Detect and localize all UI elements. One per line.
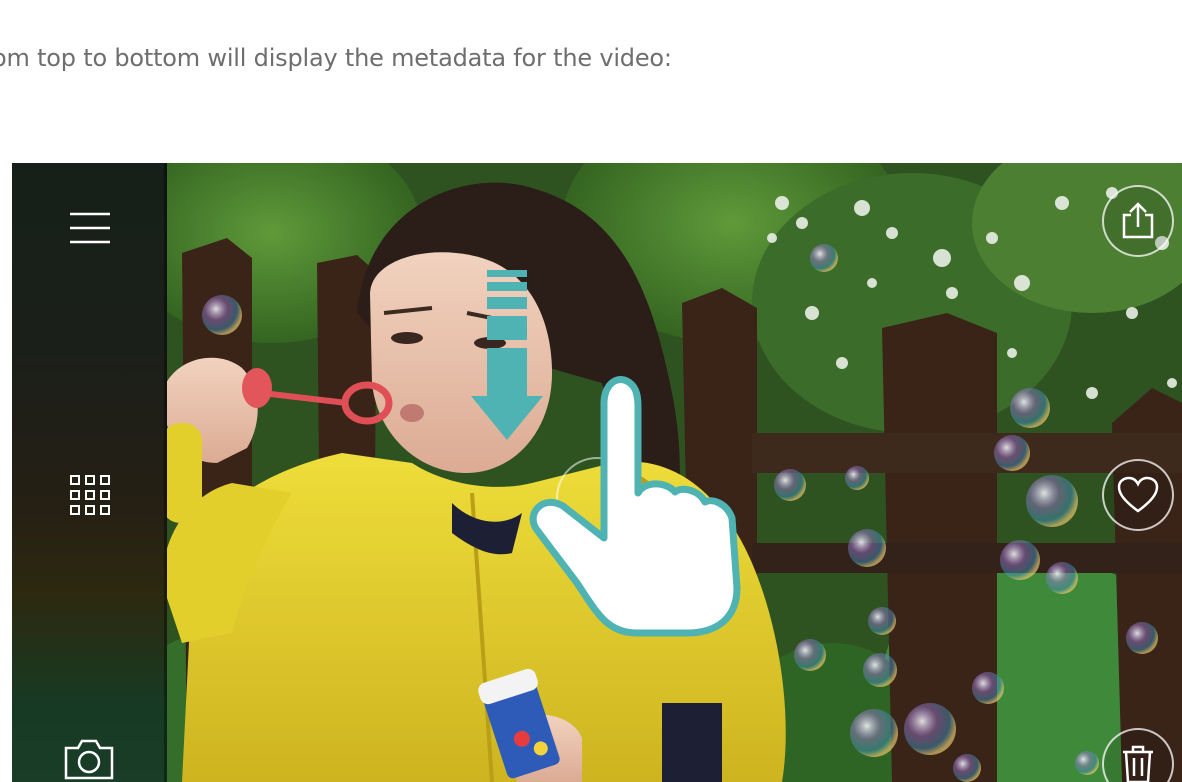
media-viewer[interactable] [12,163,1182,782]
trash-icon [1123,745,1153,782]
side-toolbar [12,163,167,782]
heart-icon [1117,476,1159,513]
share-icon [1122,202,1154,239]
instruction-caption: om top to bottom will display the metada… [0,44,672,72]
menu-icon[interactable] [68,208,112,248]
swipe-down-hand-icon [471,270,741,637]
share-button[interactable] [1102,185,1174,257]
favorite-button[interactable] [1102,459,1174,531]
camera-icon[interactable] [62,736,116,782]
grid-icon[interactable] [68,473,112,517]
